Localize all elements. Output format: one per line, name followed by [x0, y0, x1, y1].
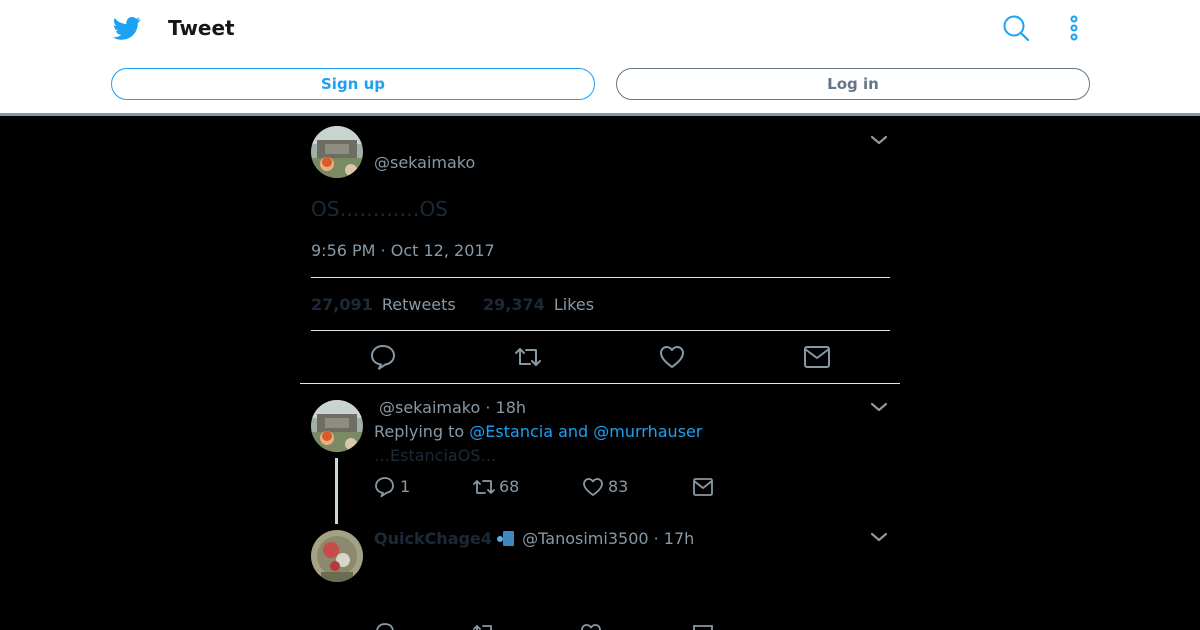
like-count: 29,374 [483, 295, 545, 314]
tweet-text: OS…………OS [311, 197, 448, 221]
like-stats[interactable]: 29,374 Likes [483, 295, 594, 314]
retweet-icon[interactable] [472, 476, 496, 498]
avatar[interactable] [311, 530, 363, 582]
retweet-count: 68 [499, 477, 520, 496]
like-label: Likes [553, 295, 595, 314]
chevron-down-icon[interactable] [869, 134, 889, 146]
reply-handle-time[interactable]: @sekaimako · 18h [379, 398, 526, 417]
chevron-down-icon[interactable] [869, 531, 889, 543]
heart-icon[interactable] [582, 476, 604, 498]
signup-button[interactable]: Sign up [111, 68, 595, 100]
page-title: Tweet [168, 16, 235, 40]
retweet-stats[interactable]: 27,091 Retweets [311, 295, 456, 314]
reply-count: 1 [400, 477, 411, 496]
divider [311, 277, 890, 278]
twitter-bird-icon[interactable] [112, 14, 142, 42]
retweet-count: 27,091 [311, 295, 373, 314]
heart-icon[interactable] [580, 622, 602, 630]
replying-to: Replying to @Estancia and @murrhauser [374, 422, 702, 441]
display-name[interactable]: QuickChage4 [374, 529, 492, 548]
emoji-icon [497, 530, 515, 546]
header: Tweet Sign up Log in [0, 0, 1200, 113]
avatar[interactable] [311, 400, 363, 452]
retweet-icon[interactable] [513, 343, 543, 371]
envelope-icon[interactable] [692, 624, 714, 630]
reply-handle-time: @Tanosimi3500 · 17h [522, 529, 695, 548]
retweet-icon[interactable] [472, 622, 496, 630]
login-button[interactable]: Log in [616, 68, 1090, 100]
reply-icon[interactable] [374, 622, 396, 630]
chevron-down-icon[interactable] [869, 401, 889, 413]
envelope-icon[interactable] [803, 344, 831, 370]
thread-line [335, 458, 338, 524]
reply-icon[interactable] [374, 476, 396, 498]
divider [311, 330, 890, 331]
header-divider [0, 113, 1200, 116]
reply-text: …EstanciaOS… [374, 446, 497, 465]
like-count: 83 [608, 477, 629, 496]
more-vertical-icon[interactable] [1062, 14, 1086, 42]
retweet-label: Retweets [381, 295, 456, 314]
replying-to-link[interactable]: @Estancia and @murrhauser [469, 422, 702, 441]
reply-icon[interactable] [369, 343, 397, 371]
tweet-handle[interactable]: @sekaimako [374, 153, 475, 172]
heart-icon[interactable] [658, 343, 686, 371]
tweet-timestamp[interactable]: 9:56 PM · Oct 12, 2017 [311, 241, 495, 260]
reply-header[interactable]: QuickChage4 @Tanosimi3500 · 17h [374, 529, 694, 548]
divider [300, 383, 900, 384]
search-icon[interactable] [1002, 14, 1030, 42]
avatar[interactable] [311, 126, 363, 178]
envelope-icon[interactable] [692, 477, 714, 497]
replying-prefix: Replying to [374, 422, 465, 441]
